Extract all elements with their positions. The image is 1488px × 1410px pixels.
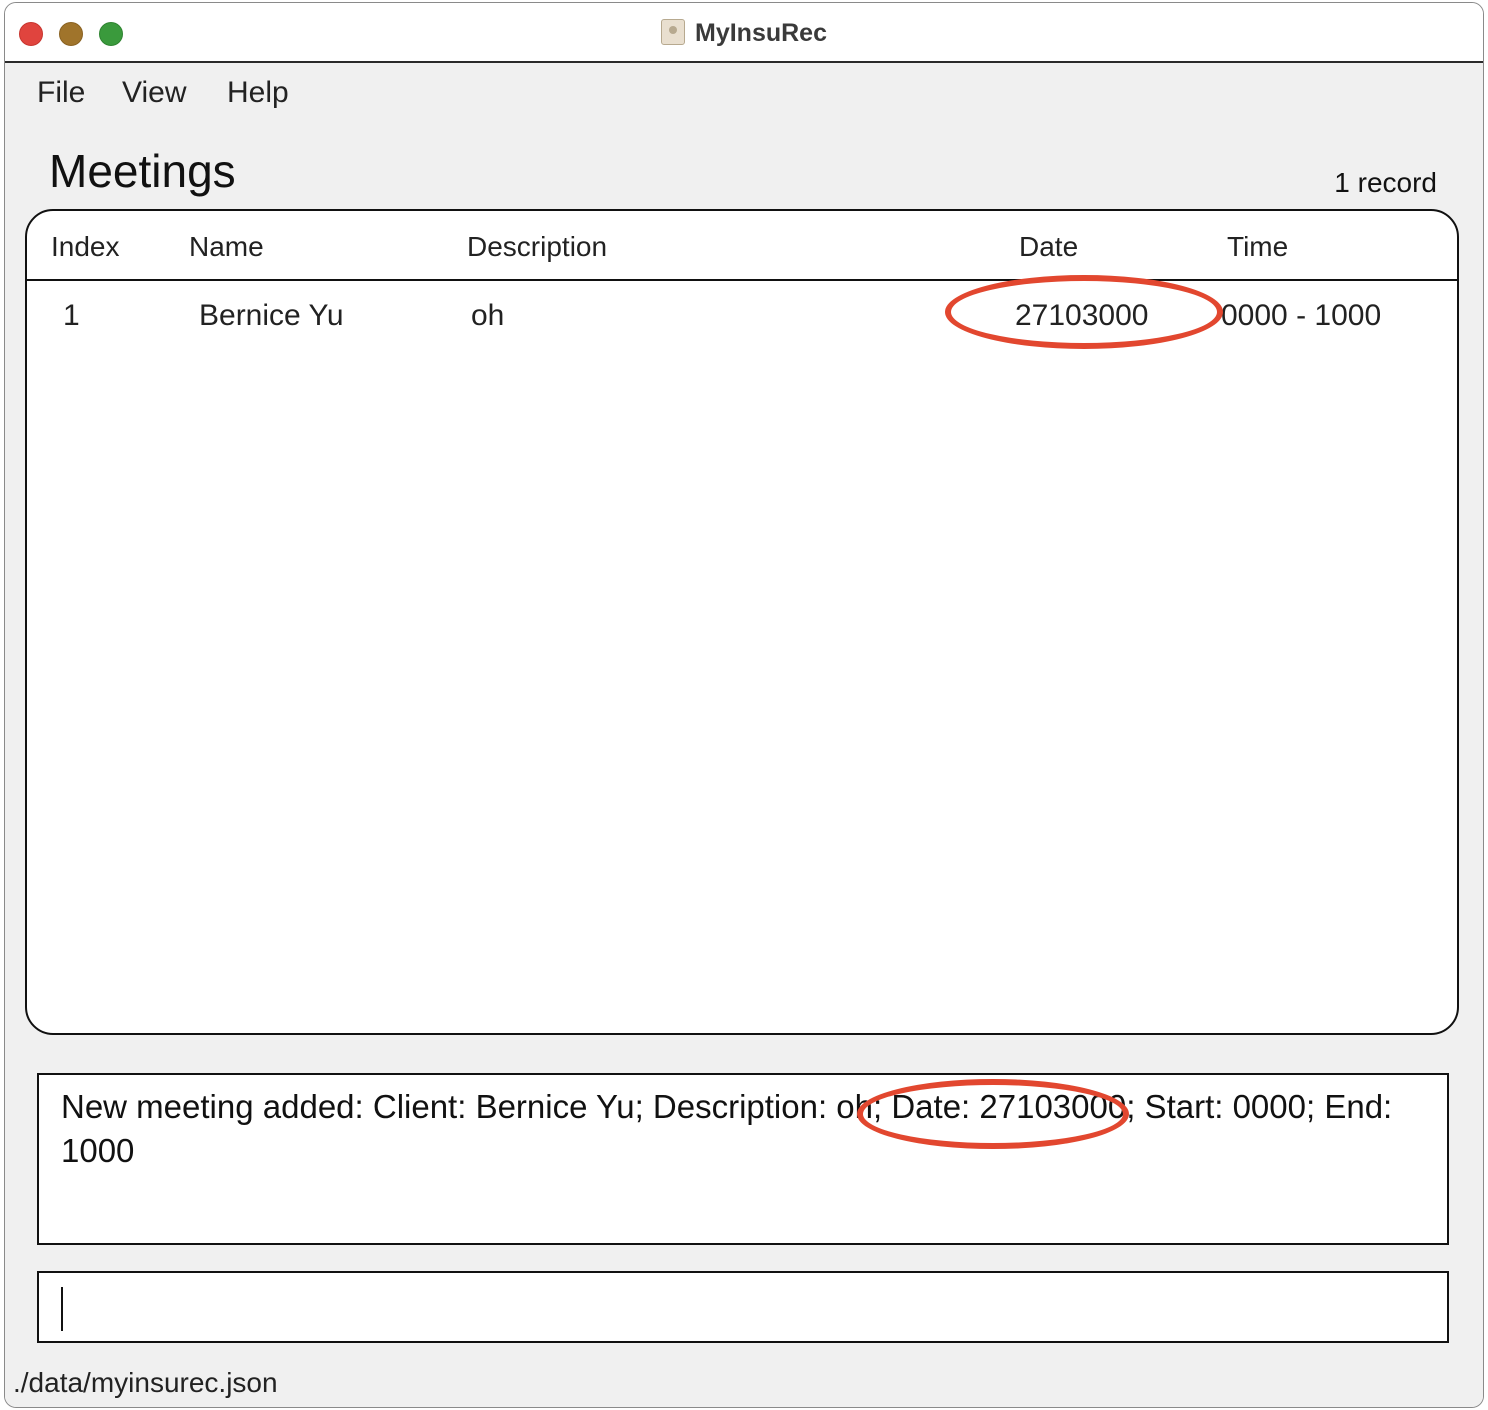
window-title-area: MyInsuRec bbox=[5, 17, 1483, 49]
window-title: MyInsuRec bbox=[695, 19, 827, 47]
record-count: 1 record bbox=[1334, 167, 1437, 198]
table-row[interactable]: 1 Bernice Yu oh 27103000 0000 - 1000 bbox=[27, 281, 1457, 351]
cell-index: 1 bbox=[63, 299, 80, 332]
app-window: MyInsuRec File View Help Meetings 1 reco… bbox=[4, 2, 1484, 1408]
menu-bar: File View Help bbox=[5, 63, 1483, 119]
command-box[interactable] bbox=[37, 1271, 1449, 1343]
status-bar: ./data/myinsurec.json bbox=[5, 1357, 1483, 1407]
meetings-title: Meetings bbox=[49, 145, 236, 197]
meetings-table: Index Name Description Date Time 1 Berni… bbox=[25, 209, 1459, 1035]
cell-name: Bernice Yu bbox=[199, 299, 344, 332]
menu-help[interactable]: Help bbox=[227, 73, 289, 113]
save-file-path: ./data/myinsurec.json bbox=[13, 1367, 278, 1398]
cell-time: 0000 - 1000 bbox=[1221, 299, 1382, 332]
cell-date: 27103000 bbox=[1015, 299, 1149, 332]
table-header: Index Name Description Date Time bbox=[27, 211, 1457, 281]
command-input[interactable] bbox=[57, 1283, 1427, 1331]
column-header-name: Name bbox=[189, 231, 264, 262]
result-display: New meeting added: Client: Bernice Yu; D… bbox=[37, 1073, 1449, 1245]
column-header-date: Date bbox=[1019, 231, 1079, 262]
menu-file[interactable]: File bbox=[37, 73, 85, 113]
result-message: New meeting added: Client: Bernice Yu; D… bbox=[61, 1088, 1393, 1169]
title-bar: MyInsuRec bbox=[5, 3, 1483, 63]
column-header-description: Description bbox=[467, 231, 608, 262]
text-caret bbox=[61, 1287, 63, 1331]
column-header-time: Time bbox=[1227, 231, 1289, 262]
app-icon bbox=[661, 19, 685, 45]
column-header-index: Index bbox=[51, 231, 120, 262]
cell-description: oh bbox=[471, 299, 505, 332]
menu-view[interactable]: View bbox=[122, 73, 186, 113]
